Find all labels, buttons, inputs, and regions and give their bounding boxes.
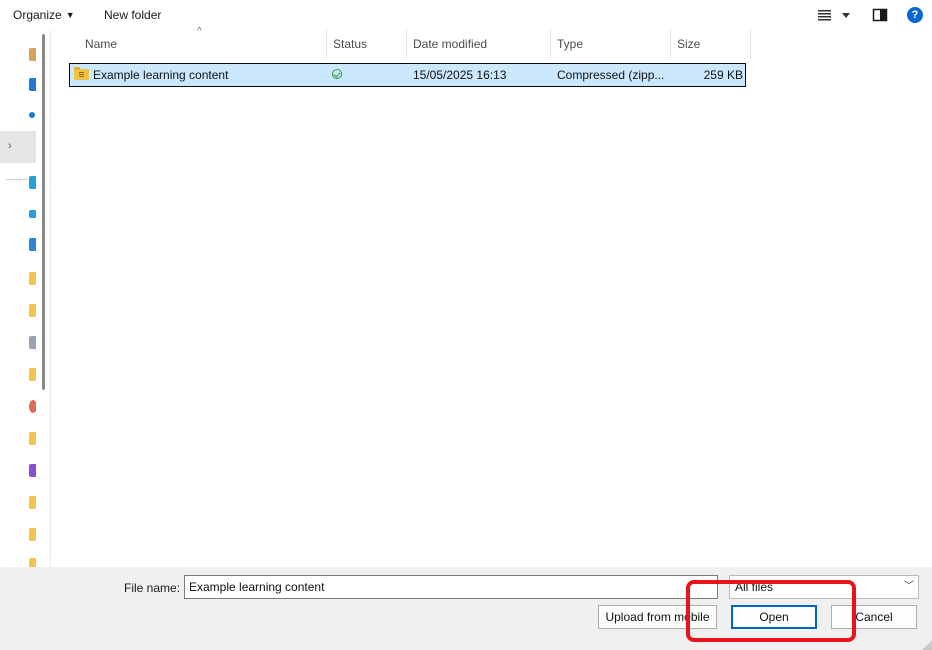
gallery-icon[interactable]	[29, 78, 36, 91]
organize-button[interactable]: Organize ▼	[13, 0, 75, 30]
file-row[interactable]: Example learning content 15/05/2025 16:1…	[69, 63, 746, 87]
folder-icon[interactable]	[29, 432, 36, 445]
column-header-status[interactable]: Status	[327, 30, 407, 58]
column-size-label: Size	[677, 37, 701, 51]
videos-icon[interactable]	[29, 464, 36, 477]
help-icon: ?	[911, 9, 919, 21]
drive-icon[interactable]	[29, 336, 36, 349]
navigation-pane[interactable]: ›	[0, 30, 36, 567]
documents-icon[interactable]	[29, 238, 36, 251]
file-date-modified: 15/05/2025 16:13	[413, 68, 507, 82]
folder-icon[interactable]	[29, 368, 36, 381]
desktop-icon[interactable]	[29, 176, 36, 189]
column-header-name[interactable]: Name	[79, 30, 327, 58]
file-type-filter[interactable]: All files	[729, 575, 919, 599]
column-status-label: Status	[333, 37, 368, 51]
folder-icon[interactable]	[29, 558, 36, 567]
cancel-button[interactable]: Cancel	[831, 605, 917, 629]
help-button[interactable]: ?	[907, 7, 923, 23]
folder-icon[interactable]	[29, 528, 36, 541]
chevron-right-icon[interactable]: ›	[8, 140, 12, 152]
upload-from-mobile-button[interactable]: Upload from mobile	[598, 605, 717, 629]
file-size: 259 KB	[703, 68, 743, 82]
folder-icon[interactable]	[29, 304, 36, 317]
synced-check-icon	[332, 69, 342, 79]
folder-icon[interactable]	[29, 496, 36, 509]
open-button[interactable]: Open	[731, 605, 817, 629]
folder-icon[interactable]	[29, 272, 36, 285]
column-type-label: Type	[557, 37, 584, 51]
organize-label: Organize	[13, 8, 62, 22]
view-options-button[interactable]	[818, 7, 858, 23]
column-date-label: Date modified	[413, 37, 488, 51]
nav-selected-item[interactable]	[0, 131, 36, 163]
file-type: Compressed (zipp...	[557, 68, 665, 82]
new-folder-label: New folder	[104, 8, 162, 22]
column-header-type[interactable]: Type	[551, 30, 671, 58]
onedrive-icon[interactable]	[29, 112, 35, 118]
nav-scrollbar[interactable]	[42, 34, 45, 390]
new-folder-button[interactable]: New folder	[104, 0, 161, 30]
preview-pane-icon	[872, 8, 888, 22]
resize-grip[interactable]	[920, 638, 932, 650]
pane-divider[interactable]	[50, 30, 51, 567]
zip-folder-icon	[74, 67, 89, 80]
list-view-icon	[818, 10, 850, 21]
nav-divider	[6, 179, 28, 180]
column-header-date-modified[interactable]: Date modified	[407, 30, 551, 58]
file-name-dropdown-icon[interactable]: ﹀	[703, 580, 717, 594]
column-header-size[interactable]: Size	[671, 30, 751, 58]
music-icon[interactable]	[29, 400, 36, 413]
downloads-icon[interactable]	[29, 210, 36, 218]
chevron-down-icon: ▼	[65, 10, 75, 20]
chevron-down-icon[interactable]: ﹀	[904, 580, 916, 594]
home-icon[interactable]	[29, 48, 36, 61]
sort-ascending-icon: ^	[197, 26, 202, 37]
file-name-label: File name:	[124, 581, 181, 595]
file-name: Example learning content	[93, 68, 229, 82]
file-name-input[interactable]	[184, 575, 718, 599]
column-name-label: Name	[85, 37, 118, 51]
file-type-filter-value: All files	[735, 580, 774, 594]
preview-pane-button[interactable]	[872, 7, 888, 23]
